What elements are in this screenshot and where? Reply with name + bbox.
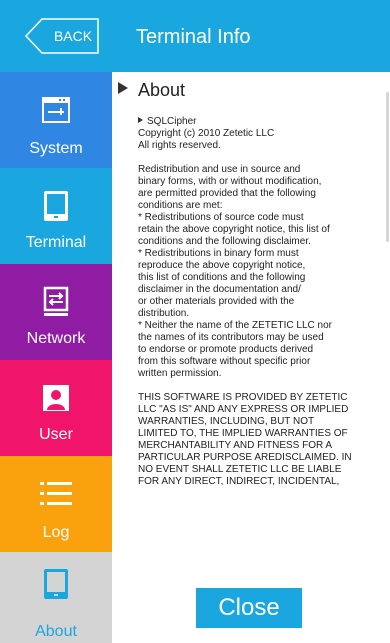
- terminal-icon: [44, 191, 68, 221]
- collapse-triangle-icon: [138, 117, 143, 123]
- sidebar-item-log[interactable]: Log: [0, 456, 112, 552]
- license-subtitle[interactable]: SQLCipher: [138, 116, 386, 128]
- license-paragraph: Redistribution and use in source and bin…: [138, 164, 332, 379]
- license-paragraph: Copyright (c) 2010 Zetetic LLC All right…: [138, 128, 275, 151]
- license-text: SQLCipher Copyright (c) 2010 Zetetic LLC…: [138, 116, 386, 500]
- log-icon: [40, 482, 72, 505]
- system-icon: [42, 97, 70, 123]
- close-button[interactable]: Close: [196, 588, 302, 628]
- scrollbar[interactable]: [386, 92, 389, 242]
- page-title: Terminal Info: [136, 26, 251, 48]
- sidebar-label-system: System: [29, 140, 83, 157]
- sidebar-label-log: Log: [42, 524, 70, 541]
- sidebar: System Terminal Network User Log About: [0, 72, 112, 643]
- about-section-title: About: [138, 80, 186, 100]
- back-button[interactable]: BACK: [24, 18, 100, 54]
- sidebar-item-about[interactable]: About: [0, 552, 112, 643]
- license-subtitle-text: SQLCipher: [147, 116, 197, 127]
- sidebar-label-about: About: [35, 623, 77, 640]
- sidebar-item-terminal[interactable]: Terminal: [0, 168, 112, 264]
- expand-triangle-icon: [118, 82, 128, 94]
- about-section-header[interactable]: About: [118, 80, 185, 101]
- about-icon: [44, 569, 68, 599]
- sidebar-item-user[interactable]: User: [0, 360, 112, 456]
- sidebar-label-user: User: [39, 426, 73, 443]
- sidebar-label-terminal: Terminal: [25, 234, 87, 251]
- header-bar: BACK Terminal Info: [0, 0, 390, 72]
- license-paragraph: THIS SOFTWARE IS PROVIDED BY ZETETIC LLC…: [138, 392, 352, 487]
- back-button-label: BACK: [53, 28, 93, 44]
- network-icon: [43, 286, 69, 316]
- user-icon: [43, 385, 69, 411]
- about-panel: About SQLCipher Copyright (c) 2010 Zetet…: [112, 72, 390, 643]
- sidebar-item-system[interactable]: System: [0, 72, 112, 168]
- sidebar-item-network[interactable]: Network: [0, 264, 112, 360]
- sidebar-label-network: Network: [26, 330, 86, 347]
